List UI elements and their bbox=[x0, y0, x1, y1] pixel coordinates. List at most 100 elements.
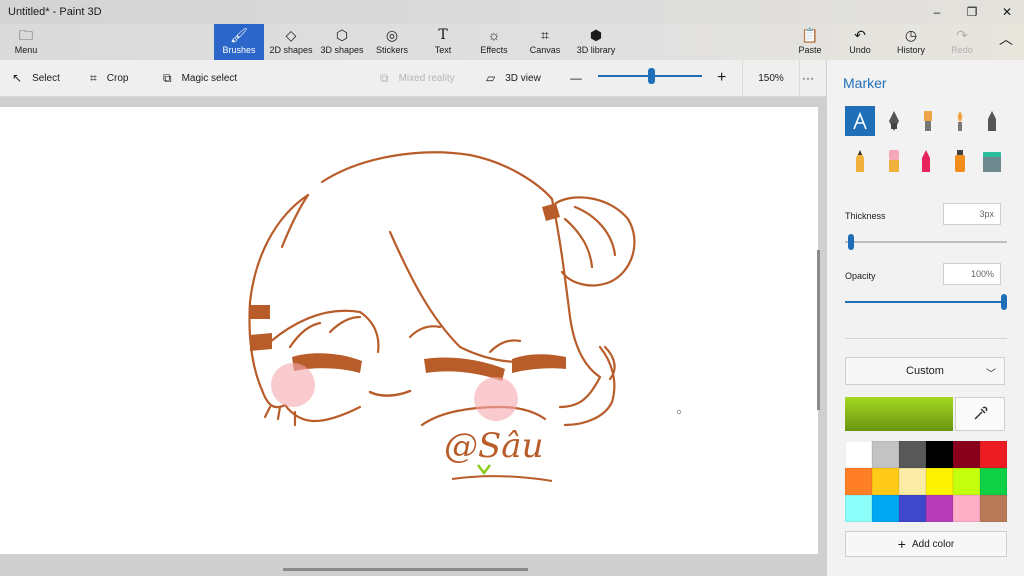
history-button[interactable]: ◷ History bbox=[894, 24, 928, 60]
palette-swatch[interactable] bbox=[953, 441, 980, 468]
crop-button[interactable]: ⌗ Crop bbox=[90, 60, 128, 96]
magic-select-button[interactable]: ⧉ Magic select bbox=[163, 60, 237, 96]
pixel-pen-icon bbox=[988, 111, 996, 131]
hair-band-left-bottom bbox=[250, 333, 272, 351]
fringe-strands bbox=[288, 315, 522, 354]
mixed-reality-button[interactable]: ⧉ Mixed reality bbox=[380, 60, 455, 96]
color-mode-dropdown[interactable]: Custom ﹀ bbox=[845, 357, 1005, 385]
fill-bucket-icon bbox=[983, 152, 1001, 172]
3d-view-button[interactable]: ▱ 3D view bbox=[486, 60, 541, 96]
maximize-button[interactable]: ❐ bbox=[955, 0, 989, 24]
eraser-tool[interactable] bbox=[879, 146, 909, 176]
thickness-slider-track[interactable] bbox=[845, 241, 1007, 243]
tab-label: Text bbox=[434, 45, 452, 55]
minimize-button[interactable]: – bbox=[920, 0, 954, 24]
panel-title: Marker bbox=[843, 75, 887, 91]
fringe bbox=[268, 230, 522, 364]
collapse-ribbon-button[interactable]: ︿ bbox=[996, 24, 1016, 60]
crop-label: Crop bbox=[106, 72, 129, 84]
action-label: Paste bbox=[798, 45, 822, 55]
opacity-label: Opacity bbox=[845, 271, 876, 281]
view-3d-icon: ▱ bbox=[486, 71, 496, 85]
dropdown-value: Custom bbox=[906, 365, 944, 377]
palette-swatch[interactable] bbox=[845, 441, 872, 468]
crayon-tool[interactable] bbox=[911, 146, 941, 176]
tab-3d-shapes[interactable]: ⬡ 3D shapes bbox=[318, 24, 366, 60]
thickness-input[interactable]: 3px bbox=[943, 203, 1001, 225]
more-button[interactable]: ··· bbox=[802, 60, 814, 96]
palette-swatch[interactable] bbox=[845, 468, 872, 495]
palette-swatch[interactable] bbox=[953, 495, 980, 522]
thickness-slider-thumb[interactable] bbox=[848, 234, 854, 250]
eyedropper-icon bbox=[974, 406, 988, 420]
undo-button[interactable]: ↶ Undo bbox=[846, 24, 874, 60]
pencil-tool[interactable] bbox=[845, 146, 875, 176]
pen-nib-icon bbox=[889, 111, 899, 131]
zoom-out-button[interactable]: — bbox=[570, 60, 582, 96]
library-icon: ⬢ bbox=[589, 27, 603, 43]
palette-swatch[interactable] bbox=[872, 495, 899, 522]
palette-swatch[interactable] bbox=[926, 495, 953, 522]
zoom-slider-thumb[interactable] bbox=[648, 68, 655, 84]
ribbon: 🗀 Menu 🖌 Brushes ◇ 2D shapes ⬡ 3D shapes… bbox=[0, 24, 1024, 60]
hair-band-left-top bbox=[250, 305, 270, 319]
pixel-pen-tool[interactable] bbox=[977, 106, 1007, 136]
menu-button[interactable]: 🗀 Menu bbox=[8, 24, 44, 60]
shapes-2d-icon: ◇ bbox=[285, 27, 297, 43]
current-color-swatch[interactable] bbox=[845, 397, 953, 431]
window-title: Untitled* - Paint 3D bbox=[8, 6, 102, 18]
paste-button[interactable]: 📋 Paste bbox=[796, 24, 824, 60]
palette-swatch[interactable] bbox=[953, 468, 980, 495]
opacity-input[interactable]: 100% bbox=[943, 263, 1001, 285]
horizontal-scrollbar[interactable] bbox=[283, 568, 528, 571]
cursor-icon: ↖ bbox=[12, 71, 23, 85]
drawing: @Sâu bbox=[248, 151, 682, 482]
close-button[interactable]: ✕ bbox=[990, 0, 1024, 24]
add-color-button[interactable]: + Add color bbox=[845, 531, 1007, 557]
watercolor-tool[interactable] bbox=[945, 106, 975, 136]
palette-swatch[interactable] bbox=[872, 468, 899, 495]
palette-swatch[interactable] bbox=[899, 495, 926, 522]
tab-2d-shapes[interactable]: ◇ 2D shapes bbox=[268, 24, 314, 60]
brush-panel: Marker Thickness 3px Opacity 100% Custom… bbox=[826, 60, 1024, 576]
palette-swatch[interactable] bbox=[980, 495, 1007, 522]
palette-swatch[interactable] bbox=[899, 468, 926, 495]
zoom-level[interactable]: 150% bbox=[742, 60, 800, 96]
tab-text[interactable]: T Text bbox=[426, 24, 460, 60]
zoom-in-button[interactable]: + bbox=[717, 60, 726, 96]
spray-can-tool[interactable] bbox=[945, 146, 975, 176]
crop-icon: ⌗ bbox=[90, 70, 97, 85]
vertical-scrollbar[interactable] bbox=[817, 250, 820, 410]
oil-brush-tool[interactable] bbox=[913, 106, 943, 136]
magic-select-label: Magic select bbox=[181, 72, 238, 84]
redo-button[interactable]: ↷ Redo bbox=[948, 24, 976, 60]
history-icon: ◷ bbox=[904, 27, 918, 43]
palette-swatch[interactable] bbox=[872, 441, 899, 468]
bun-outline bbox=[554, 196, 636, 287]
tab-brushes[interactable]: 🖌 Brushes bbox=[214, 24, 264, 60]
palette-swatch[interactable] bbox=[980, 441, 1007, 468]
eyedropper-button[interactable] bbox=[955, 397, 1005, 431]
mouth bbox=[368, 389, 412, 397]
palette-swatch[interactable] bbox=[926, 441, 953, 468]
spray-can-icon bbox=[955, 150, 965, 172]
palette-swatch[interactable] bbox=[980, 468, 1007, 495]
eyebrow-right-2 bbox=[512, 354, 566, 373]
opacity-slider-thumb[interactable] bbox=[1001, 294, 1007, 310]
brush-icon: 🖌 bbox=[230, 27, 248, 43]
palette-swatch[interactable] bbox=[926, 468, 953, 495]
tab-3d-library[interactable]: ⬢ 3D library bbox=[572, 24, 620, 60]
marker-tool[interactable] bbox=[845, 106, 875, 136]
opacity-slider-track[interactable] bbox=[845, 301, 1005, 303]
drawing-canvas[interactable]: @Sâu bbox=[0, 107, 818, 554]
calligraphy-pen-tool[interactable] bbox=[879, 106, 909, 136]
palette-swatch[interactable] bbox=[899, 441, 926, 468]
text-icon: T bbox=[438, 27, 448, 43]
fill-tool[interactable] bbox=[977, 146, 1007, 176]
tab-stickers[interactable]: ◎ Stickers bbox=[372, 24, 412, 60]
tab-effects[interactable]: ☼ Effects bbox=[476, 24, 512, 60]
palette-swatch[interactable] bbox=[845, 495, 872, 522]
hair-right bbox=[550, 197, 602, 379]
select-button[interactable]: ↖ Select bbox=[12, 60, 60, 96]
tab-canvas[interactable]: ⌗ Canvas bbox=[526, 24, 564, 60]
